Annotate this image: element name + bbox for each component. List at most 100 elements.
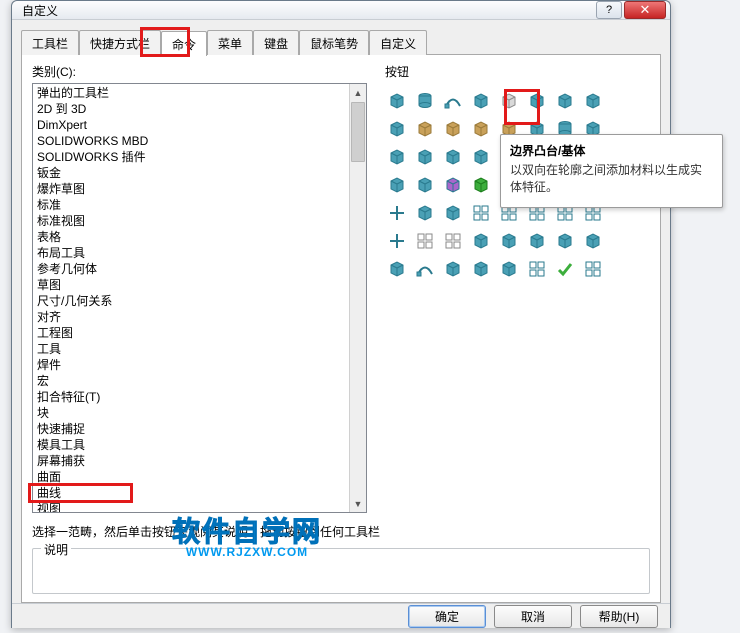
category-item[interactable]: 曲线 [33,485,349,501]
feature-icon[interactable] [413,117,437,141]
tab-toolbars[interactable]: 工具栏 [21,30,79,55]
category-item[interactable]: 扣合特征(T) [33,389,349,405]
feature-icon[interactable] [385,117,409,141]
window-title: 自定义 [22,2,594,19]
tabstrip: 工具栏 快捷方式栏 命令 菜单 键盘 鼠标笔势 自定义 [21,30,661,55]
category-item[interactable]: 工具 [33,341,349,357]
feature-icon[interactable] [469,117,493,141]
feature-icon[interactable] [441,173,465,197]
feature-icon[interactable] [441,89,465,113]
categories-items: 弹出的工具栏2D 到 3DDimXpertSOLIDWORKS MBDSOLID… [33,84,349,512]
customize-dialog: 自定义 ? ✕ 工具栏 快捷方式栏 命令 菜单 键盘 鼠标笔势 自定义 类别(C… [11,0,671,628]
category-item[interactable]: 焊件 [33,357,349,373]
feature-icon[interactable] [553,257,577,281]
category-item[interactable]: 工程图 [33,325,349,341]
feature-icon[interactable] [385,229,409,253]
category-item[interactable]: 2D 到 3D [33,101,349,117]
categories-list[interactable]: 弹出的工具栏2D 到 3DDimXpertSOLIDWORKS MBDSOLID… [32,83,367,513]
categories-scrollbar[interactable]: ▲ ▼ [349,84,366,512]
category-item[interactable]: SOLIDWORKS 插件 [33,149,349,165]
feature-icon[interactable] [413,201,437,225]
columns: 类别(C): 弹出的工具栏2D 到 3DDimXpertSOLIDWORKS M… [32,63,650,513]
category-item[interactable]: 参考几何体 [33,261,349,277]
category-item[interactable]: 块 [33,405,349,421]
help-dialog-button[interactable]: 帮助(H) [580,605,658,628]
feature-icon[interactable] [385,201,409,225]
feature-icon[interactable] [469,145,493,169]
tab-keyboard[interactable]: 键盘 [253,30,299,55]
tab-customize[interactable]: 自定义 [369,30,427,55]
feature-icon[interactable] [469,257,493,281]
feature-icon[interactable] [413,229,437,253]
tabs-area: 工具栏 快捷方式栏 命令 菜单 键盘 鼠标笔势 自定义 类别(C): 弹出的工具… [12,20,670,603]
category-item[interactable]: 标准 [33,197,349,213]
category-item[interactable]: 布局工具 [33,245,349,261]
category-item[interactable]: 宏 [33,373,349,389]
feature-icon[interactable] [385,89,409,113]
feature-icon[interactable] [441,201,465,225]
category-item[interactable]: 快速捕捉 [33,421,349,437]
dialog-buttons: 确定 取消 帮助(H) [12,603,670,628]
tooltip: 边界凸台/基体 以双向在轮廓之间添加材料以生成实体特征。 [500,134,723,208]
feature-icon[interactable] [413,257,437,281]
close-button[interactable]: ✕ [624,1,666,19]
tab-shortcut-bar[interactable]: 快捷方式栏 [79,30,161,55]
category-item[interactable]: 视图 [33,501,349,512]
feature-icon[interactable] [385,145,409,169]
category-item[interactable]: SOLIDWORKS MBD [33,133,349,149]
feature-icon[interactable] [413,89,437,113]
feature-icon[interactable] [553,229,577,253]
feature-icon[interactable] [441,145,465,169]
feature-icon[interactable] [469,229,493,253]
feature-icon[interactable] [497,89,521,113]
category-item[interactable]: 草图 [33,277,349,293]
scroll-thumb[interactable] [351,102,365,162]
feature-icon[interactable] [413,145,437,169]
buttons-column: 按钮 [385,63,650,513]
tab-commands[interactable]: 命令 [161,31,207,56]
feature-icon[interactable] [525,89,549,113]
feature-icon[interactable] [525,257,549,281]
category-item[interactable]: 曲面 [33,469,349,485]
category-item[interactable]: DimXpert [33,117,349,133]
scroll-down-arrow-icon[interactable]: ▼ [350,495,366,512]
feature-icon[interactable] [581,229,605,253]
feature-icon[interactable] [441,117,465,141]
category-item[interactable]: 模具工具 [33,437,349,453]
category-item[interactable]: 屏幕捕获 [33,453,349,469]
feature-icon[interactable] [581,89,605,113]
feature-icon[interactable] [497,229,521,253]
feature-icon[interactable] [469,89,493,113]
titlebar: 自定义 ? ✕ [12,1,670,20]
tooltip-body: 以双向在轮廓之间添加材料以生成实体特征。 [510,162,713,197]
feature-icon[interactable] [441,257,465,281]
scroll-up-arrow-icon[interactable]: ▲ [350,84,366,101]
description-box: 说明 [32,548,650,594]
feature-icon[interactable] [441,229,465,253]
cancel-button[interactable]: 取消 [494,605,572,628]
tab-mouse[interactable]: 鼠标笔势 [299,30,369,55]
category-item[interactable]: 尺寸/几何关系 [33,293,349,309]
help-button[interactable]: ? [596,1,622,19]
feature-icon[interactable] [581,257,605,281]
category-item[interactable]: 对齐 [33,309,349,325]
description-label: 说明 [41,541,71,558]
category-item[interactable]: 标准视图 [33,213,349,229]
feature-icon[interactable] [469,201,493,225]
categories-column: 类别(C): 弹出的工具栏2D 到 3DDimXpertSOLIDWORKS M… [32,63,367,513]
category-item[interactable]: 钣金 [33,165,349,181]
tooltip-title: 边界凸台/基体 [510,142,713,159]
feature-icon[interactable] [525,229,549,253]
feature-icon[interactable] [385,173,409,197]
feature-icon[interactable] [553,89,577,113]
feature-icon[interactable] [469,173,493,197]
feature-icon[interactable] [385,257,409,281]
feature-icon[interactable] [497,257,521,281]
ok-button[interactable]: 确定 [408,605,486,628]
category-item[interactable]: 弹出的工具栏 [33,85,349,101]
category-item[interactable]: 表格 [33,229,349,245]
category-item[interactable]: 爆炸草图 [33,181,349,197]
feature-icon[interactable] [413,173,437,197]
tab-menu[interactable]: 菜单 [207,30,253,55]
buttons-label: 按钮 [385,63,650,80]
